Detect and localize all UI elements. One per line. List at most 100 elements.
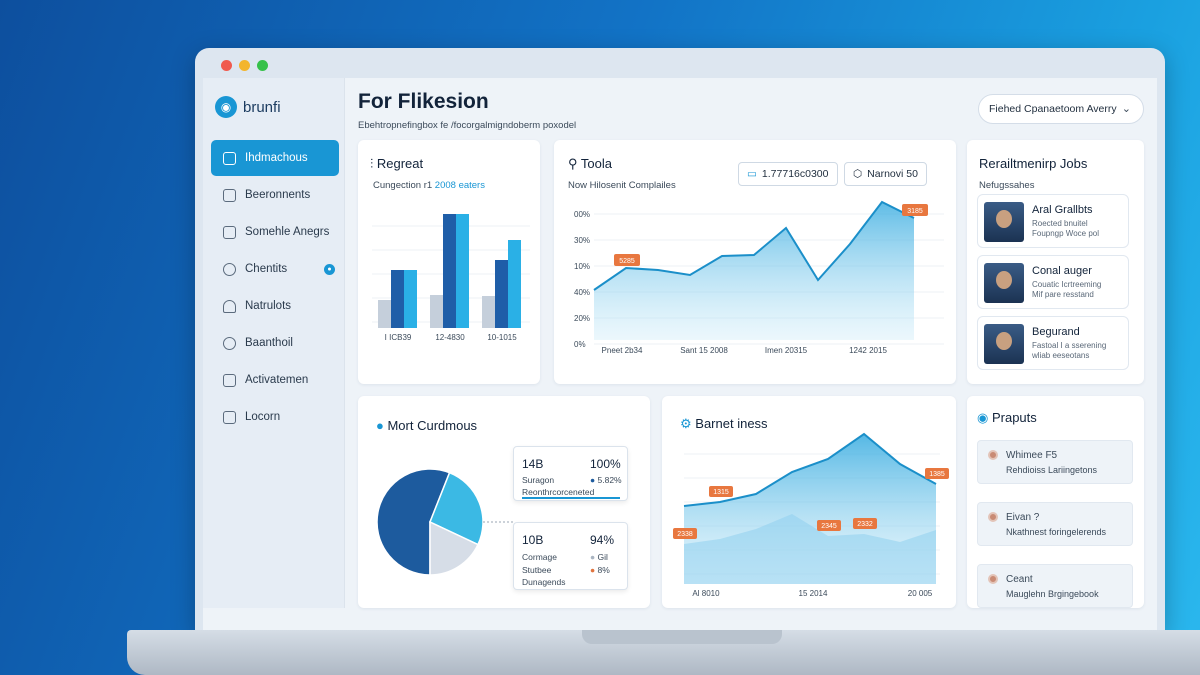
minimize-dot[interactable]: [239, 60, 250, 71]
marker-label: 3185: [907, 208, 923, 215]
praputs-card: ◉ Praputs Whimee F5 Rehdioiss Lariingeton…: [967, 396, 1144, 608]
marker-label: 2338: [677, 531, 693, 538]
toola-area-chart: 00% 30% 10% 40% 20% 0% 5285 3185 Pneet 2b34 Sant …: [574, 200, 944, 355]
job-item[interactable]: Begurand Fastoal I a sserening wliab eeseo…: [977, 316, 1129, 370]
maximize-dot[interactable]: [257, 60, 268, 71]
item-title: Ceant: [1006, 574, 1033, 585]
bar: [482, 296, 495, 328]
laptop-frame: ◉ brunfi Ihdmachous Beeronnents Somehle …: [195, 48, 1165, 633]
y-tick-label: 30%: [574, 236, 590, 245]
jobs-card: Rerailtmenirp Jobs Nefugssahes Aral Gral…: [967, 140, 1144, 384]
x-tick-label: 1242 2015: [849, 346, 887, 355]
pin-icon: [988, 450, 998, 460]
job-name: Begurand: [1032, 326, 1080, 338]
pin-icon: [988, 574, 998, 584]
legend-value: 14B: [522, 457, 544, 471]
sidebar-item-6[interactable]: Baanthoil: [211, 325, 339, 361]
user-icon: [223, 262, 236, 276]
sidebar-item-3[interactable]: Somehle Anegrs: [211, 214, 339, 250]
brand[interactable]: ◉ brunfi: [215, 96, 281, 118]
list-icon: [223, 151, 236, 165]
sidebar-item-8[interactable]: Locorn: [211, 399, 339, 435]
avatar: [984, 263, 1024, 303]
sidebar-item-dashboard[interactable]: Ihdmachous: [211, 140, 339, 176]
mort-card: ● Mort Curdmous 14B 100% Suragon ● 5.82%…: [358, 396, 650, 608]
x-tick-label: 10-1015: [487, 333, 517, 342]
legend-label: Dunagends: [522, 577, 566, 587]
job-name: Aral Grallbts: [1032, 204, 1093, 216]
sidebar-item-2[interactable]: Beeronnents: [211, 177, 339, 213]
legend-label: ● 5.82%: [590, 475, 622, 485]
person-icon: [223, 299, 236, 313]
sidebar-item-4[interactable]: Chentits ●: [211, 251, 339, 287]
page-subtitle: Ebehtropnefingbox fe /focorgalmigndoberm…: [358, 120, 577, 131]
avatar: [984, 324, 1024, 364]
notification-badge-icon: ●: [324, 263, 335, 275]
close-dot[interactable]: [221, 60, 232, 71]
bar: [495, 260, 508, 328]
card-title: Rerailtmenirp Jobs: [979, 156, 1088, 171]
y-tick-label: 40%: [574, 288, 590, 297]
app-screen: ◉ brunfi Ihdmachous Beeronnents Somehle …: [203, 78, 1157, 633]
chevron-down-icon: ⌄: [1121, 103, 1131, 115]
card-title: ◉ Praputs: [977, 410, 1037, 425]
item-sub: Mauglehn Brgingebook: [1006, 589, 1099, 599]
marker-label: 1385: [929, 471, 945, 478]
bar: [456, 214, 469, 328]
legend-label: ● 8%: [590, 565, 610, 575]
marker-label: 2345: [821, 523, 837, 530]
legend-label: ● Gil: [590, 552, 608, 562]
filter-dropdown[interactable]: Fiehed Cpanaetoom Averry ⌄: [978, 94, 1144, 124]
laptop-base: [127, 630, 1200, 675]
job-item[interactable]: Aral Grallbts Roected bnuitel Foupngp Woce…: [977, 194, 1129, 248]
bar: [391, 270, 404, 328]
job-detail: wliab eeseotans: [1032, 351, 1090, 360]
x-tick-label: 12-4830: [435, 333, 465, 342]
x-tick-label: 20 005: [908, 589, 933, 598]
marker-label: 2332: [857, 521, 873, 528]
sidebar-item-label: Beeronnents: [245, 189, 311, 201]
list-item[interactable]: Whimee F5 Rehdioiss Lariingetons: [977, 440, 1133, 484]
y-tick-label: 0%: [574, 340, 586, 349]
y-tick-label: 10%: [574, 262, 590, 271]
job-detail: Roected bnuitel: [1032, 219, 1088, 228]
bar: [404, 270, 417, 328]
legend-value: 100%: [590, 457, 621, 471]
brand-name: brunfi: [243, 98, 281, 116]
legend-label: Reonthrcorceneted: [522, 487, 595, 497]
job-item[interactable]: Conal auger Couatic Icrtreeming Mif pare r…: [977, 255, 1129, 309]
job-detail: Mif pare resstand: [1032, 290, 1094, 299]
list-item[interactable]: Ceant Mauglehn Brgingebook: [977, 564, 1133, 608]
legend-label: Suragon: [522, 475, 555, 485]
sidebar-item-label: Ihdmachous: [245, 152, 308, 164]
list-item[interactable]: Eivan ? Nkathnest foringelerends: [977, 502, 1133, 546]
job-detail: Couatic Icrtreeming: [1032, 280, 1102, 289]
x-tick-label: Pneet 2b34: [602, 346, 643, 355]
legend-box: 14B 100% Suragon ● 5.82% Reonthrcorcenet…: [513, 446, 628, 501]
sidebar-nav: Ihdmachous Beeronnents Somehle Anegrs Ch…: [203, 140, 345, 436]
sidebar-item-label: Locorn: [245, 411, 281, 423]
regreat-bar-chart: I ICB39 12-4830 10-1015: [372, 214, 530, 342]
job-name: Conal auger: [1032, 265, 1092, 277]
x-tick-label: Al 8010: [692, 589, 720, 598]
bar: [443, 214, 456, 328]
folder-icon: [223, 188, 236, 202]
job-detail: Foupngp Woce pol: [1032, 229, 1100, 238]
x-tick-label: Imen 20315: [765, 346, 808, 355]
legend-label: Stutbee: [522, 565, 552, 575]
laptop-notch: [582, 630, 782, 644]
sidebar-item-label: Somehle Anegrs: [245, 226, 330, 238]
x-tick-label: I ICB39: [385, 333, 412, 342]
legend-value: 10B: [522, 533, 544, 547]
legend-value: 94%: [590, 533, 615, 547]
sidebar-item-5[interactable]: Natrulots: [211, 288, 339, 324]
sidebar-item-label: Chentits: [245, 263, 288, 275]
sidebar-item-label: Activatemen: [245, 374, 309, 386]
bar: [508, 240, 521, 328]
sidebar-item-7[interactable]: Activatemen: [211, 362, 339, 398]
barnet-card: ⚙ Barnet iness 1315 2338 2345 2332 1385 Al 80…: [662, 396, 956, 608]
item-title: Eivan ?: [1006, 512, 1040, 523]
pin-icon: [988, 512, 998, 522]
sidebar-item-label: Natrulots: [245, 300, 292, 312]
x-tick-label: 15 2014: [799, 589, 828, 598]
